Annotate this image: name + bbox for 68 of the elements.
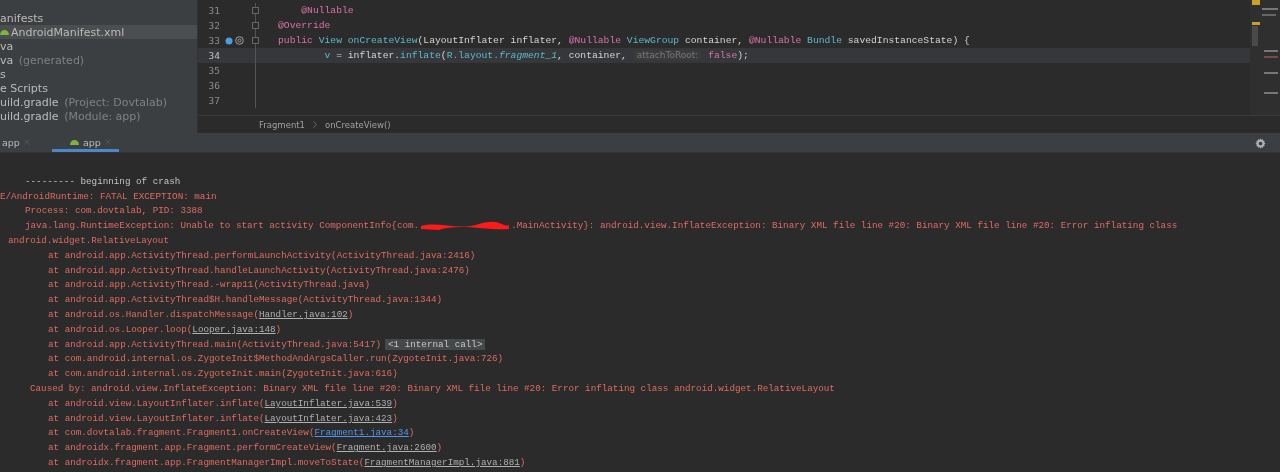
- tree-item[interactable]: anifests: [0, 11, 197, 25]
- source-link[interactable]: Fragment1.java:34: [314, 427, 409, 439]
- source-link[interactable]: Looper.java:148: [192, 323, 276, 335]
- fold-marker-icon[interactable]: [252, 37, 259, 44]
- tree-item[interactable]: uild.gradle (Module: app): [0, 109, 197, 123]
- tree-item[interactable]: va (generated): [0, 53, 197, 67]
- log-text: --------- beginning of crash: [25, 175, 181, 187]
- log-text: at android.app.ActivityThread.main(ActivityThread.java:5417): [48, 338, 382, 350]
- log-text: at androidx.fragment.app.Fragment.performCreateView(: [48, 442, 337, 454]
- log-text: at android.app.ActivityThread.handleLaunchActivity(ActivityThread.java:2476): [48, 264, 470, 276]
- log-text: at android.view.LayoutInflater.inflate(: [48, 412, 265, 424]
- source-link[interactable]: LayoutInflater.java:539: [264, 397, 393, 409]
- log-text: at android.app.ActivityThread$H.handleMessage(ActivityThread.java:1344): [48, 294, 443, 306]
- log-text: at com.android.internal.os.ZygoteInit$MethodAndArgsCaller.run(ZygoteInit.java:726): [48, 353, 504, 365]
- line-number: 35: [207, 65, 220, 76]
- android-icon: [0, 29, 9, 35]
- android-icon: [69, 139, 79, 145]
- log-text: ): [347, 309, 354, 321]
- source-link[interactable]: LayoutInflater.java:423: [264, 412, 393, 424]
- line-number: 37: [207, 95, 220, 106]
- breadcrumb-item[interactable]: onCreateView(): [325, 119, 391, 130]
- settings-icon[interactable]: [1255, 138, 1266, 149]
- tree-item[interactable]: uild.gradle (Project: Dovtalab): [0, 95, 197, 109]
- log-text: at android.view.LayoutInflater.inflate(: [48, 397, 265, 409]
- log-text: Caused by: android.view.InflateException: Binary XML file line #20: Binary XML file line #20: Error inflating class android.widget.RelativeLayout: [30, 383, 835, 395]
- source-link[interactable]: Handler.java:102: [258, 309, 348, 321]
- code-line: v = inflater.inflate(R.layout.fragment_1, container, attachToRoot: false);: [323, 50, 749, 61]
- close-icon[interactable]: [23, 139, 30, 145]
- log-text: at android.app.ActivityThread.-wrap11(ActivityThread.java): [48, 279, 370, 291]
- log-text: at android.os.Looper.loop(: [48, 323, 193, 335]
- log-text: at androidx.fragment.app.FragmentManagerImpl.moveToState(: [48, 457, 365, 469]
- line-number: 33: [207, 35, 220, 46]
- tree-item[interactable]: AndroidManifest.xml: [0, 25, 197, 39]
- code-line: @Override: [278, 20, 331, 31]
- tree-item[interactable]: e Scripts: [0, 81, 197, 95]
- run-tab[interactable]: app: [0, 135, 38, 152]
- log-text: .MainActivity}: android.view.InflateException: Binary XML file line #20: Binary XML file line #20: Error inflating class: [511, 220, 1178, 232]
- log-text: at com.android.internal.os.ZygoteInit.main(ZygoteInit.java:616): [48, 368, 398, 380]
- log-text: ): [408, 427, 415, 439]
- source-link[interactable]: Fragment.java:2600: [336, 442, 437, 454]
- log-text: android.widget.RelativeLayout: [8, 235, 169, 247]
- source-link[interactable]: FragmentManagerImpl.java:881: [364, 457, 520, 469]
- tree-item[interactable]: va: [0, 39, 197, 53]
- line-number: 34: [207, 50, 220, 61]
- log-text: Process: com.dovtalab, PID: 3388: [25, 205, 203, 217]
- code-line: @Nullable: [300, 5, 354, 16]
- internal-call-badge[interactable]: <1 internal call>: [385, 338, 486, 350]
- line-number: 32: [207, 20, 220, 31]
- fold-marker-icon[interactable]: [252, 22, 259, 29]
- log-text: ): [392, 397, 398, 409]
- code-line: public View onCreateView(LayoutInflater inflater, @Nullable ViewGroup container, @Nullable Bundle savedInstanceState) {: [278, 35, 970, 46]
- line-number: 31: [207, 5, 220, 16]
- log-text: at android.os.Handler.dispatchMessage(: [48, 309, 259, 321]
- log-text: at android.app.ActivityThread.performLaunchActivity(ActivityThread.java:2416): [48, 249, 476, 261]
- log-text: java.lang.RuntimeException: Unable to start activity ComponentInfo{com.: [25, 220, 420, 232]
- close-icon[interactable]: [104, 139, 111, 145]
- fold-marker-icon[interactable]: [252, 7, 259, 14]
- at-sign-icon: [235, 36, 244, 45]
- tree-item[interactable]: s: [0, 67, 197, 81]
- log-text: ): [436, 442, 443, 454]
- log-text: at com.dovtalab.fragment.Fragment1.onCreateView(: [48, 427, 315, 439]
- log-text: ): [392, 412, 398, 424]
- log-text: ): [275, 323, 282, 335]
- breadcrumb-item[interactable]: Fragment1: [259, 119, 305, 130]
- log-text: ): [519, 457, 526, 469]
- line-number: 36: [207, 80, 220, 91]
- log-text: E/AndroidRuntime: FATAL EXCEPTION: main: [0, 190, 217, 202]
- chevron-icon: [313, 119, 317, 130]
